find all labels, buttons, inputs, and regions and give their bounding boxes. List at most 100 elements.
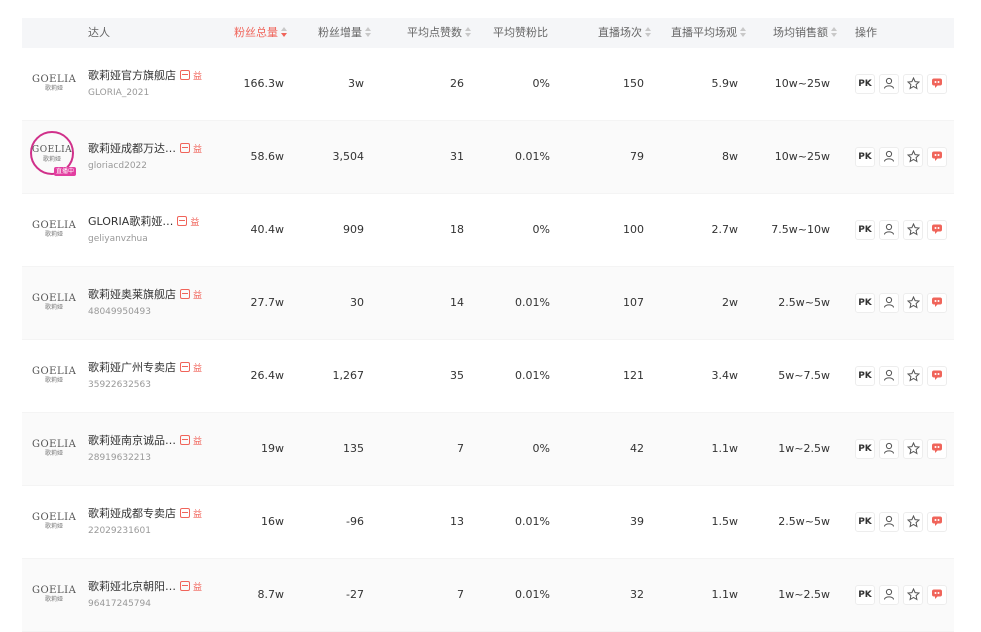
influencer-name[interactable]: 歌莉娅北京朝阳… 益 <box>88 580 202 595</box>
table-row[interactable]: GOELIA 歌莉娅 歌莉娅北京朝阳… 益 96417245794 8.7w -2… <box>22 559 954 632</box>
avg-like-fan-ratio-value: 0% <box>532 77 550 90</box>
brand-logo-subtext: 歌莉娅 <box>44 596 63 603</box>
star-icon[interactable] <box>903 585 923 605</box>
col-avg-likes[interactable]: 平均点赞数 <box>407 18 471 48</box>
sort-icon[interactable] <box>465 27 471 37</box>
pk-button[interactable]: PK <box>855 74 875 94</box>
col-fans-growth[interactable]: 粉丝增量 <box>318 18 371 48</box>
table-row[interactable]: GOELIA 歌莉娅 GLORIA歌莉娅… 益 geliyanvzhua 40.4… <box>22 194 954 267</box>
total-fans-value: 58.6w <box>250 150 285 163</box>
sort-icon[interactable] <box>365 27 371 37</box>
star-icon[interactable] <box>903 366 923 386</box>
avatar[interactable]: GOELIA 歌莉娅 <box>32 283 76 323</box>
table-row[interactable]: GOELIA 歌莉娅 歌莉娅成都专卖店 益 22029231601 16w -96… <box>22 486 954 559</box>
shop-icon <box>180 362 190 372</box>
avg-live-viewers-value: 2.7w <box>711 223 739 236</box>
influencer-name-text: 歌莉娅成都专卖店 <box>88 507 176 520</box>
influencer-name[interactable]: 歌莉娅奥莱旗舰店 益 <box>88 288 202 303</box>
pk-button[interactable]: PK <box>855 366 875 386</box>
star-icon[interactable] <box>903 74 923 94</box>
influencer-name[interactable]: 歌莉娅南京诚品… 益 <box>88 434 202 449</box>
avg-like-fan-ratio-value: 0.01% <box>515 369 550 382</box>
avg-like-fan-ratio-value: 0% <box>532 223 550 236</box>
fans-growth-value: 30 <box>350 296 364 309</box>
douyin-icon[interactable] <box>927 366 947 386</box>
user-icon[interactable] <box>879 220 899 240</box>
star-icon[interactable] <box>903 439 923 459</box>
user-icon[interactable] <box>879 293 899 313</box>
influencer-account: 28919632213 <box>88 453 151 463</box>
live-sessions-value: 32 <box>630 588 644 601</box>
douyin-icon[interactable] <box>927 147 947 167</box>
avg-live-viewers-value: 1.5w <box>711 515 739 528</box>
col-live-sessions[interactable]: 直播场次 <box>598 18 651 48</box>
avatar[interactable]: GOELIA 歌莉娅 <box>32 429 76 469</box>
avatar[interactable]: GOELIA 歌莉娅 <box>32 502 76 542</box>
pk-button[interactable]: PK <box>855 220 875 240</box>
user-icon[interactable] <box>879 439 899 459</box>
influencer-name[interactable]: GLORIA歌莉娅… 益 <box>88 215 199 230</box>
sort-desc-icon[interactable] <box>281 27 287 37</box>
douyin-icon[interactable] <box>927 293 947 313</box>
live-sessions-value: 42 <box>630 442 644 455</box>
influencer-name-text: 歌莉娅南京诚品… <box>88 434 176 447</box>
table-row[interactable]: GOELIA 歌莉娅 歌莉娅广州专卖店 益 35922632563 26.4w 1… <box>22 340 954 413</box>
star-icon[interactable] <box>903 220 923 240</box>
star-icon[interactable] <box>903 512 923 532</box>
influencer-name[interactable]: 歌莉娅成都专卖店 益 <box>88 507 202 522</box>
col-avg-live-viewers[interactable]: 直播平均场观 <box>671 18 746 48</box>
influencer-name[interactable]: 歌莉娅成都万达… 益 <box>88 142 202 157</box>
user-icon[interactable] <box>879 512 899 532</box>
brand-logo-text: GOELIA <box>32 145 73 155</box>
avg-likes-value: 7 <box>457 442 464 455</box>
douyin-icon[interactable] <box>927 439 947 459</box>
avg-sales-value: 2.5w~5w <box>778 515 830 528</box>
influencer-account: 22029231601 <box>88 526 151 536</box>
avatar[interactable]: GOELIA 歌莉娅 <box>32 210 76 250</box>
table-row[interactable]: GOELIA 歌莉娅 歌莉娅官方旗舰店益 GLORIA_2021 166.3w … <box>22 48 954 121</box>
star-icon[interactable] <box>903 293 923 313</box>
pk-button[interactable]: PK <box>855 585 875 605</box>
douyin-icon[interactable] <box>927 220 947 240</box>
shop-icon <box>177 216 188 226</box>
badges: 益 <box>180 361 202 376</box>
user-icon[interactable] <box>879 74 899 94</box>
col-influencer: 达人 <box>88 26 110 39</box>
douyin-icon[interactable] <box>927 585 947 605</box>
col-total-fans[interactable]: 粉丝总量 <box>234 18 287 48</box>
user-icon[interactable] <box>879 147 899 167</box>
avatar[interactable]: GOELIA 歌莉娅 <box>32 575 76 615</box>
col-avg-sales[interactable]: 场均销售额 <box>773 18 837 48</box>
influencer-account: geliyanvzhua <box>88 234 148 244</box>
pk-button[interactable]: PK <box>855 147 875 167</box>
avg-like-fan-ratio-value: 0.01% <box>515 515 550 528</box>
avatar[interactable]: GOELIA 歌莉娅 <box>32 64 76 104</box>
total-fans-value: 16w <box>261 515 284 528</box>
avatar[interactable]: GOELIA 歌莉娅 <box>32 356 76 396</box>
table-row[interactable]: GOELIA 歌莉娅 歌莉娅奥莱旗舰店 益 48049950493 27.7w 3… <box>22 267 954 340</box>
influencer-name-text: 歌莉娅成都万达… <box>88 142 176 155</box>
col-total-fans-label: 粉丝总量 <box>234 26 278 39</box>
influencer-name[interactable]: 歌莉娅官方旗舰店 益 <box>88 69 202 84</box>
user-icon[interactable] <box>879 585 899 605</box>
star-icon[interactable] <box>903 147 923 167</box>
sort-icon[interactable] <box>645 27 651 37</box>
table-row[interactable]: GOELIA 歌莉娅 直播中 歌莉娅成都万达… 益 gloriacd2022 58… <box>22 121 954 194</box>
pk-button[interactable]: PK <box>855 439 875 459</box>
user-icon[interactable] <box>879 366 899 386</box>
pk-button[interactable]: PK <box>855 293 875 313</box>
avg-like-fan-ratio-value: 0.01% <box>515 296 550 309</box>
douyin-icon[interactable] <box>927 74 947 94</box>
avg-sales-value: 7.5w~10w <box>771 223 830 236</box>
influencer-account: gloriacd2022 <box>88 161 148 171</box>
avatar[interactable]: GOELIA 歌莉娅 直播中 <box>30 131 76 176</box>
sort-icon[interactable] <box>740 27 746 37</box>
sort-icon[interactable] <box>831 27 837 37</box>
douyin-icon[interactable] <box>927 512 947 532</box>
badges: 益 <box>180 142 202 157</box>
avg-likes-value: 13 <box>450 515 464 528</box>
table-row[interactable]: GOELIA 歌莉娅 歌莉娅南京诚品… 益 28919632213 19w 135… <box>22 413 954 486</box>
influencer-name[interactable]: 歌莉娅广州专卖店 益 <box>88 361 202 376</box>
col-avg-live-viewers-label: 直播平均场观 <box>671 26 737 39</box>
pk-button[interactable]: PK <box>855 512 875 532</box>
